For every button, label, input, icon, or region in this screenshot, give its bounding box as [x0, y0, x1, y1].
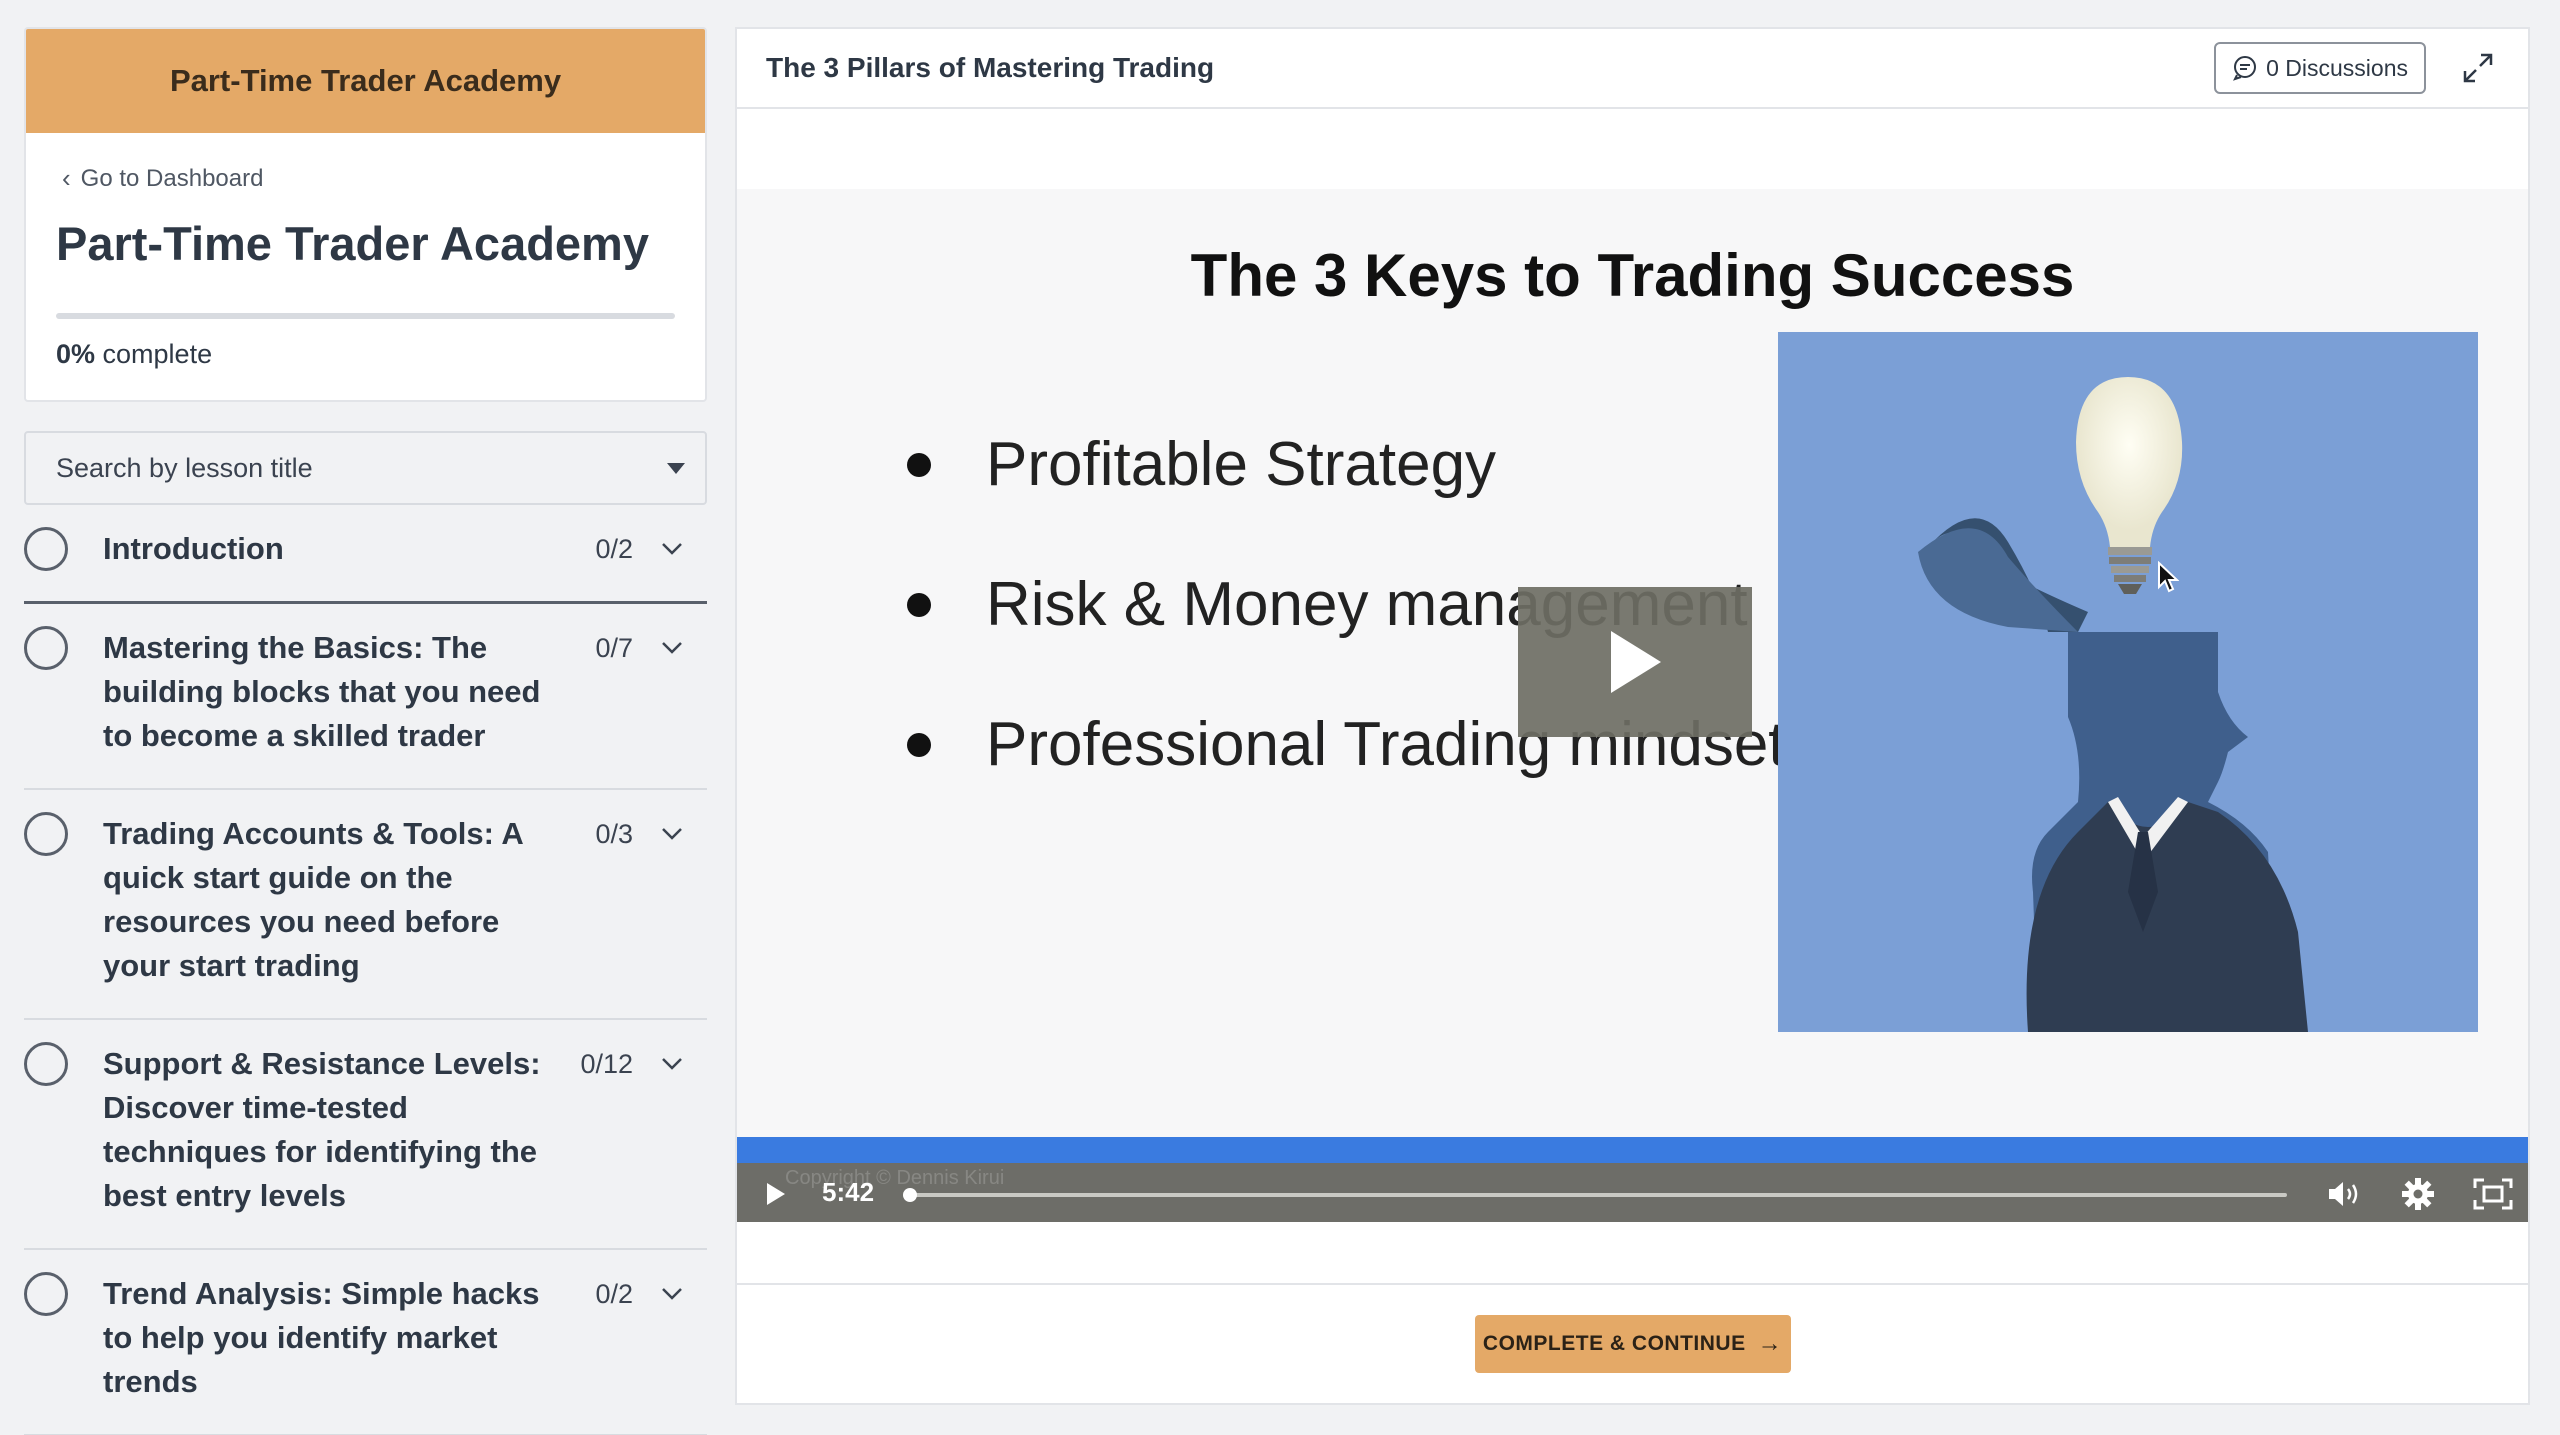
bullet-dot — [907, 732, 931, 757]
chapter-count: 0/3 — [595, 819, 633, 849]
course-header: Part-Time Trader Academy — [26, 29, 705, 133]
video-scrubber[interactable] — [903, 1188, 2287, 1202]
copyright-watermark: Copyright © Dennis Kirui — [785, 1167, 1005, 1189]
course-progress-text: 0% complete — [56, 339, 675, 370]
lesson-search-placeholder: Search by lesson title — [56, 452, 313, 483]
chapter-count: 0/2 — [595, 534, 633, 564]
chapter-item[interactable]: Trading Accounts & Tools: A quick start … — [24, 790, 707, 1020]
chapter-item[interactable]: Introduction 0/2 — [24, 505, 707, 604]
cta-label: COMPLETE & CONTINUE — [1482, 1332, 1746, 1355]
chevron-down-icon[interactable] — [661, 626, 683, 670]
header-actions: 0 Discussions — [2214, 42, 2498, 94]
caret-down-icon — [667, 462, 685, 474]
chevron-down-icon[interactable] — [661, 1042, 683, 1086]
lesson-header: The 3 Pillars of Mastering Trading 0 Dis… — [737, 29, 2528, 109]
discussions-label: 0 Discussions — [2266, 54, 2408, 81]
slide-bullet: Profitable Strategy — [907, 429, 1496, 500]
bullet-dot — [907, 592, 931, 617]
chapter-title: Mastering the Basics: The building block… — [103, 630, 541, 753]
chapter-title: Introduction — [103, 531, 284, 566]
lesson-search-select[interactable]: Search by lesson title — [24, 431, 707, 505]
go-to-dashboard-label: Go to Dashboard — [80, 164, 264, 192]
course-card: Part-Time Trader Academy ‹ Go to Dashboa… — [24, 27, 707, 402]
progress-suffix: complete — [95, 339, 213, 369]
chapter-count: 0/2 — [595, 1279, 633, 1309]
video-time: 5:42 — [822, 1177, 875, 1207]
chapter-item[interactable]: Support & Resistance Levels: Discover ti… — [24, 1020, 707, 1250]
complete-and-continue-button[interactable]: COMPLETE & CONTINUE → — [1474, 1315, 1791, 1373]
chat-bubble-icon — [2233, 56, 2257, 81]
circle-icon — [24, 812, 68, 856]
circle-icon — [24, 527, 68, 571]
video-player[interactable]: The 3 Keys to Trading Success Profitable… — [737, 189, 2528, 1222]
slide-bullet-text: Profitable Strategy — [986, 430, 1497, 499]
video-controls: Copyright © Dennis Kirui 5:42 — [737, 1137, 2528, 1222]
circle-icon — [24, 1272, 68, 1316]
circle-icon — [24, 626, 68, 670]
settings-icon[interactable] — [2401, 1177, 2435, 1211]
progress-value: 0% — [56, 339, 96, 369]
bullet-dot — [907, 452, 931, 477]
chapter-count: 0/7 — [595, 633, 633, 663]
lightbulb-head-image — [1778, 332, 2478, 1032]
course-progress-bar — [56, 313, 675, 319]
chevron-left-icon: ‹ — [62, 163, 71, 193]
lesson-footer: COMPLETE & CONTINUE → — [737, 1283, 2528, 1403]
go-to-dashboard-link[interactable]: ‹ Go to Dashboard — [56, 163, 675, 194]
volume-icon[interactable] — [2327, 1179, 2363, 1209]
chevron-down-icon[interactable] — [661, 1272, 683, 1316]
expand-icon[interactable] — [2458, 48, 2498, 88]
chapter-count: 0/12 — [580, 1049, 633, 1079]
discussions-button[interactable]: 0 Discussions — [2214, 42, 2426, 94]
chapter-title: Support & Resistance Levels: Discover ti… — [103, 1046, 541, 1213]
chapter-title: Trading Accounts & Tools: A quick start … — [103, 816, 523, 983]
mouse-cursor-icon — [2157, 560, 2180, 598]
chapter-item[interactable]: Mastering the Basics: The building block… — [24, 604, 707, 790]
play-button[interactable] — [765, 1181, 787, 1207]
play-icon — [1611, 631, 1661, 693]
circle-icon — [24, 1042, 68, 1086]
course-title: Part-Time Trader Academy — [56, 217, 649, 270]
course-sidebar: Part-Time Trader Academy ‹ Go to Dashboa… — [24, 27, 707, 1435]
course-info: ‹ Go to Dashboard Part-Time Trader Acade… — [26, 133, 705, 400]
lesson-title: The 3 Pillars of Mastering Trading — [766, 52, 1215, 83]
chapter-item[interactable]: Trend Analysis: Simple hacks to help you… — [24, 1250, 707, 1435]
chevron-down-icon[interactable] — [661, 812, 683, 856]
chapter-title: Trend Analysis: Simple hacks to help you… — [103, 1276, 540, 1399]
arrow-right-icon: → — [1757, 1330, 1783, 1357]
scrubber-handle[interactable] — [903, 1188, 917, 1202]
chevron-down-icon[interactable] — [661, 527, 683, 571]
fullscreen-icon[interactable] — [2473, 1177, 2513, 1211]
chapter-list: Introduction 0/2 Mastering the Basics: T… — [24, 505, 707, 1435]
lesson-panel: The 3 Pillars of Mastering Trading 0 Dis… — [735, 27, 2530, 1405]
slide-title: The 3 Keys to Trading Success — [1190, 242, 2075, 309]
play-overlay-button[interactable] — [1518, 587, 1752, 737]
play-icon — [767, 1183, 785, 1205]
